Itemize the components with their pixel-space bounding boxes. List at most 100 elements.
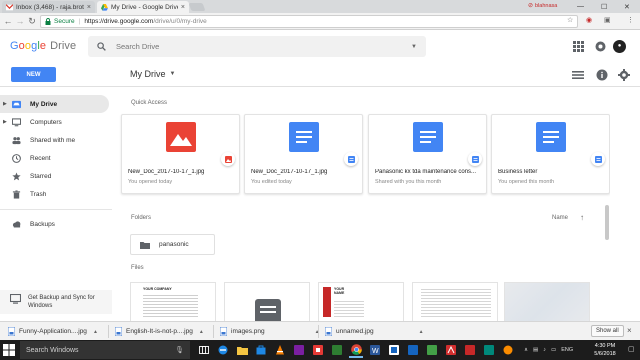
search-bar[interactable]: ▼ bbox=[88, 36, 426, 57]
sort-direction-icon[interactable]: ↑ bbox=[580, 213, 584, 222]
acrobat-icon[interactable] bbox=[444, 342, 458, 358]
close-icon[interactable]: × bbox=[627, 326, 632, 335]
list-view-icon[interactable] bbox=[572, 69, 584, 81]
file-card[interactable]: YOUR NAME bbox=[318, 282, 404, 321]
chevron-up-icon[interactable]: ▲ bbox=[419, 329, 424, 335]
taskbar-search[interactable]: Search Windows 🎙 bbox=[20, 341, 190, 359]
quick-access-card[interactable]: New_Doc_2017-10-17_1.jpg You opened toda… bbox=[121, 114, 240, 194]
windows-start-icon[interactable] bbox=[3, 344, 15, 356]
minimize-button[interactable]: — bbox=[577, 0, 584, 13]
tab-gmail-inbox[interactable]: Inbox (3,468) - raja.broth × bbox=[2, 1, 95, 13]
extension-icon[interactable]: ▣ bbox=[604, 16, 611, 24]
download-item[interactable]: images.png ▲ bbox=[220, 326, 320, 337]
word-icon[interactable]: W bbox=[368, 342, 382, 358]
sidebar-item-trash[interactable]: Trash bbox=[0, 185, 109, 203]
app-icon[interactable] bbox=[387, 342, 401, 358]
file-card[interactable]: YOUR COMPANY bbox=[130, 282, 216, 321]
download-item[interactable]: unnamed.jpg ▲ bbox=[325, 326, 424, 337]
close-icon[interactable]: × bbox=[181, 4, 185, 11]
close-icon[interactable]: × bbox=[87, 4, 91, 11]
window-close-button[interactable]: ✕ bbox=[624, 0, 630, 13]
expand-arrow-icon[interactable]: ▶ bbox=[3, 119, 9, 125]
search-icon[interactable] bbox=[97, 42, 106, 51]
file-card[interactable] bbox=[224, 282, 310, 321]
maximize-button[interactable]: ☐ bbox=[601, 0, 607, 13]
sidebar-item-recent[interactable]: Recent bbox=[0, 149, 109, 167]
sidebar-item-computers[interactable]: ▶ Computers bbox=[0, 113, 109, 131]
forward-button[interactable]: → bbox=[15, 16, 25, 27]
clock-time: 4:30 PM bbox=[594, 343, 616, 349]
folder-item[interactable]: panasonic bbox=[130, 234, 215, 255]
notifications-icon[interactable] bbox=[595, 41, 606, 52]
google-docs-icon bbox=[412, 122, 443, 152]
scrollbar[interactable] bbox=[605, 205, 609, 240]
profile-chip[interactable]: ⊘ blahnasa bbox=[528, 2, 557, 10]
extension-icon[interactable]: ◉ bbox=[586, 16, 592, 24]
reload-button[interactable]: ↻ bbox=[27, 16, 37, 27]
back-button[interactable]: ← bbox=[3, 16, 13, 27]
sort-by-name[interactable]: Name bbox=[552, 215, 568, 221]
chevron-up-icon[interactable]: ▲ bbox=[93, 329, 98, 335]
file-explorer-icon[interactable] bbox=[235, 342, 249, 358]
chrome-icon[interactable] bbox=[349, 342, 363, 358]
app-icon[interactable] bbox=[406, 342, 420, 358]
tab-my-drive[interactable]: My Drive - Google Drive × bbox=[97, 1, 189, 13]
secure-indicator[interactable]: Secure bbox=[45, 18, 75, 25]
chevron-up-icon[interactable]: ▲ bbox=[199, 329, 204, 335]
chevron-down-icon: ▼ bbox=[169, 71, 176, 77]
file-card[interactable] bbox=[412, 282, 498, 321]
sidebar-item-backups[interactable]: Backups bbox=[0, 215, 109, 233]
app-icon[interactable] bbox=[292, 342, 306, 358]
taskbar-clock[interactable]: 4:30 PM 5/6/2018 bbox=[586, 342, 624, 358]
card-subtitle: You opened today bbox=[128, 179, 173, 185]
search-input[interactable] bbox=[116, 42, 396, 51]
language-indicator[interactable]: ENG bbox=[561, 347, 573, 353]
breadcrumb[interactable]: My Drive ▼ bbox=[130, 69, 175, 79]
sidebar-item-my-drive[interactable]: ▶ My Drive bbox=[0, 95, 109, 113]
search-options-icon[interactable]: ▼ bbox=[411, 44, 417, 50]
show-all-button[interactable]: Show all bbox=[591, 325, 624, 337]
app-icon[interactable] bbox=[311, 342, 325, 358]
quick-access-card[interactable]: New_Doc_2017-10-17_1.jpg You edited toda… bbox=[244, 114, 363, 194]
vlc-icon[interactable] bbox=[273, 342, 287, 358]
expand-arrow-icon[interactable]: ▶ bbox=[3, 101, 9, 107]
apps-grid-icon[interactable] bbox=[573, 41, 584, 52]
microphone-icon[interactable]: 🎙 bbox=[175, 346, 184, 354]
info-icon[interactable] bbox=[596, 69, 608, 81]
url-field[interactable]: Secure | https://drive.google.com/drive/… bbox=[40, 15, 578, 28]
app-icon[interactable] bbox=[463, 342, 477, 358]
star-bookmark-icon[interactable]: ☆ bbox=[567, 16, 573, 24]
notifications-icon[interactable]: ▢ bbox=[628, 345, 635, 353]
file-type-badge bbox=[591, 152, 605, 166]
download-item[interactable]: Funny-Application....jpg ▲ bbox=[8, 326, 98, 337]
avatar[interactable]: ● bbox=[613, 40, 626, 53]
app-icon[interactable] bbox=[482, 342, 496, 358]
app-icon[interactable] bbox=[425, 342, 439, 358]
download-bar: Funny-Application....jpg ▲ English-It-is… bbox=[0, 321, 640, 340]
app-icon[interactable] bbox=[330, 342, 344, 358]
file-card[interactable] bbox=[504, 282, 590, 321]
menu-icon[interactable]: ⋮ bbox=[627, 16, 634, 24]
google-drive-logo[interactable]: Google Drive bbox=[10, 40, 76, 52]
sidebar-item-starred[interactable]: Starred bbox=[0, 167, 109, 185]
app-icon[interactable] bbox=[501, 342, 515, 358]
card-file-name: New_Doc_2017-10-17_1.jpg bbox=[128, 169, 205, 175]
edge-browser-icon[interactable] bbox=[216, 342, 230, 358]
image-icon bbox=[165, 122, 196, 152]
new-button[interactable]: NEW bbox=[11, 67, 56, 82]
store-icon[interactable] bbox=[254, 342, 268, 358]
settings-gear-icon[interactable] bbox=[618, 69, 630, 81]
sidebar-item-shared[interactable]: Shared with me bbox=[0, 131, 109, 149]
download-item[interactable]: English-It-is-not-p....jpg ▲ bbox=[115, 326, 204, 337]
gmail-icon bbox=[6, 3, 13, 10]
new-tab-button[interactable] bbox=[188, 3, 206, 11]
volume-icon[interactable]: ♪ bbox=[543, 347, 546, 353]
task-view-icon[interactable] bbox=[197, 342, 211, 358]
chevron-up-icon[interactable]: ∧ bbox=[524, 347, 528, 353]
quick-access-card[interactable]: Business letter You opened this month bbox=[491, 114, 610, 194]
file-icon bbox=[325, 327, 332, 336]
backup-sync-promo[interactable]: Get Backup and Sync for Windows bbox=[0, 290, 112, 314]
network-icon[interactable]: ▤ bbox=[533, 347, 538, 353]
battery-icon[interactable]: ▭ bbox=[551, 347, 556, 353]
quick-access-card[interactable]: Panasonic kx tda maintenance cons... Sha… bbox=[368, 114, 487, 194]
